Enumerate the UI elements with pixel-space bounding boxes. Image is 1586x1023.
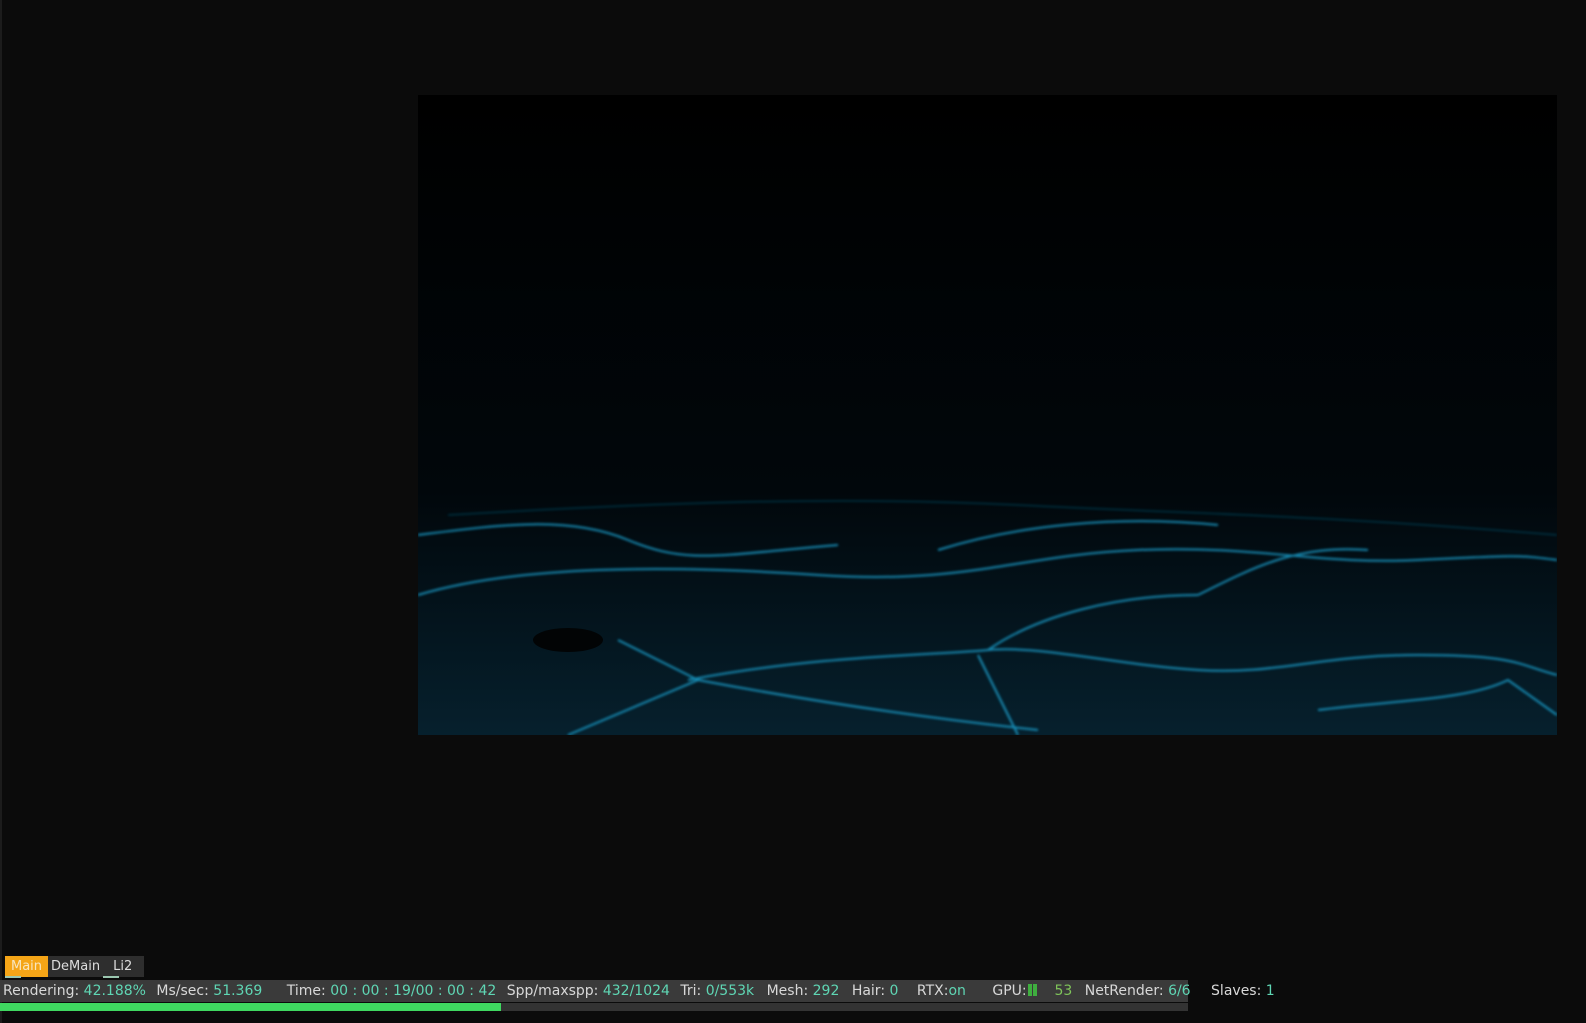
render-viewport[interactable] <box>418 95 1557 735</box>
tab-main[interactable]: Main <box>5 956 49 978</box>
render-progress-bar <box>0 1003 1188 1011</box>
mesh-stat: Mesh: 292 <box>766 983 840 999</box>
tri-stat: Tri: 0/553k <box>680 983 755 999</box>
slaves-stat: Slaves: 1 <box>1211 983 1275 999</box>
gpu-usage-icon <box>1027 984 1032 996</box>
fish-silhouette <box>533 628 603 652</box>
time-stat: Time: 00 : 00 : 19/00 : 00 : 42 <box>286 983 497 999</box>
spp-stat: Spp/maxspp: 432/1024 <box>506 983 670 999</box>
tab-demain[interactable]: DeMain <box>48 956 104 977</box>
window-edge <box>0 0 2 1023</box>
mssec-stat: Ms/sec: 51.369 <box>156 983 263 999</box>
gpu-stat: GPU: 53 <box>992 983 1073 999</box>
hair-stat: Hair: 0 <box>851 983 899 999</box>
render-image <box>418 95 1557 735</box>
rtx-stat: RTX:on <box>916 983 966 999</box>
rendering-stat: Rendering: 42.188% <box>3 983 146 999</box>
render-layer-tabs: Main DeMain Li2 <box>5 956 145 978</box>
tab-li2[interactable]: Li2 <box>103 956 145 978</box>
netrender-stat: NetRender: 6/6 <box>1084 983 1191 999</box>
progress-fill <box>0 1003 502 1011</box>
status-bar: Rendering: 42.188% Ms/sec: 51.369 Time: … <box>0 980 1275 1002</box>
